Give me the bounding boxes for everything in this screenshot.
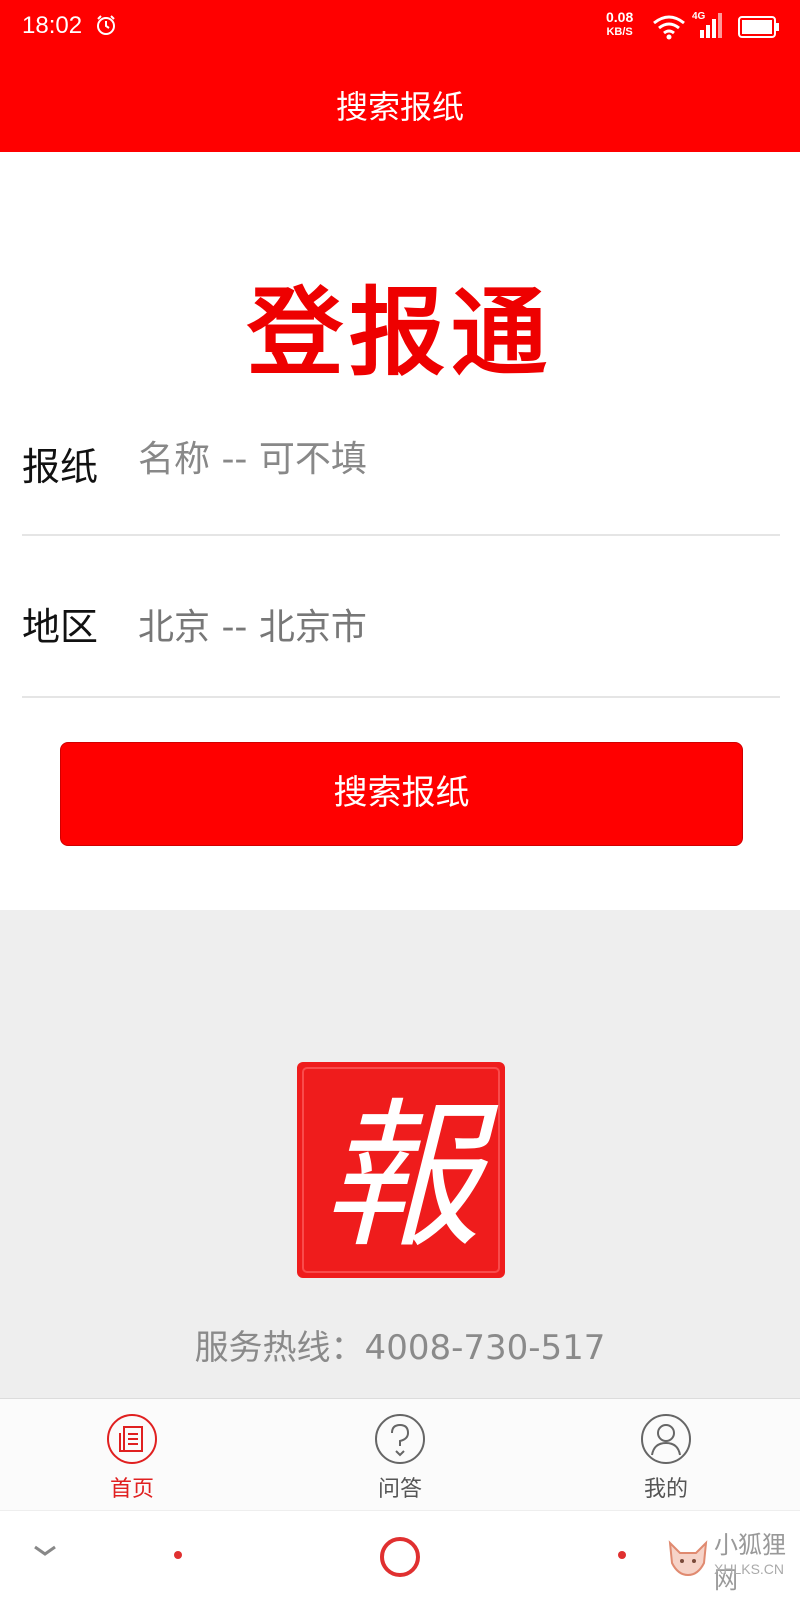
network-speed: 0.08 KB/S bbox=[606, 10, 633, 40]
user-icon bbox=[641, 1414, 691, 1464]
bottom-tab-bar: 首页 问答 我的 bbox=[0, 1398, 800, 1511]
nav-dot-right[interactable] bbox=[618, 1551, 626, 1559]
tab-home[interactable]: 首页 bbox=[62, 1399, 202, 1511]
brand-title: 登报通 bbox=[247, 277, 553, 389]
tab-home-label: 首页 bbox=[109, 1477, 154, 1502]
wifi-icon bbox=[653, 15, 685, 40]
tab-qa[interactable]: 问答 bbox=[330, 1399, 470, 1511]
watermark-text: 小狐狸网 bbox=[714, 1531, 786, 1594]
home-button[interactable] bbox=[380, 1537, 420, 1577]
network-speed-value: 0.08 bbox=[606, 9, 634, 25]
region-label: 地区 bbox=[22, 605, 99, 649]
region-selector[interactable]: 北京 -- 北京市 bbox=[138, 598, 367, 650]
newspaper-name-input[interactable] bbox=[138, 434, 738, 484]
newspaper-label: 报纸 bbox=[22, 445, 99, 489]
alarm-icon bbox=[97, 15, 115, 35]
chevron-down-icon[interactable] bbox=[32, 1543, 58, 1559]
status-bar: 18:02 0.08 KB/S 4G bbox=[0, 0, 800, 56]
app-header: 搜索报纸 bbox=[0, 56, 800, 152]
tab-qa-label: 问答 bbox=[377, 1477, 422, 1502]
search-newspaper-button[interactable]: 搜索报纸 bbox=[60, 742, 743, 846]
info-panel: 報 服务热线：4008-730-517 bbox=[0, 910, 800, 1398]
newspaper-icon bbox=[107, 1414, 157, 1464]
battery-icon bbox=[738, 16, 779, 38]
tab-me-label: 我的 bbox=[643, 1477, 688, 1502]
fox-icon bbox=[668, 1540, 708, 1577]
watermark: 小狐狸网 XHLKS.CN bbox=[664, 1519, 794, 1595]
network-speed-unit: KB/S bbox=[606, 26, 633, 38]
status-time: 18:02 bbox=[22, 12, 83, 39]
seal-character: 報 bbox=[321, 1083, 499, 1270]
header-title: 搜索报纸 bbox=[335, 88, 464, 126]
question-icon bbox=[375, 1414, 425, 1464]
signal-icon bbox=[700, 13, 722, 38]
nav-dot-left[interactable] bbox=[174, 1551, 182, 1559]
tab-me[interactable]: 我的 bbox=[596, 1399, 736, 1511]
service-hotline: 服务热线：4008-730-517 bbox=[194, 1328, 606, 1368]
newspaper-seal-logo: 報 bbox=[297, 1062, 505, 1278]
watermark-subtext: XHLKS.CN bbox=[714, 1561, 785, 1577]
newspaper-row: 报纸 bbox=[22, 426, 780, 536]
system-nav-bar: 小狐狸网 XHLKS.CN bbox=[0, 1510, 800, 1601]
region-row[interactable]: 地区 北京 -- 北京市 bbox=[22, 586, 780, 698]
